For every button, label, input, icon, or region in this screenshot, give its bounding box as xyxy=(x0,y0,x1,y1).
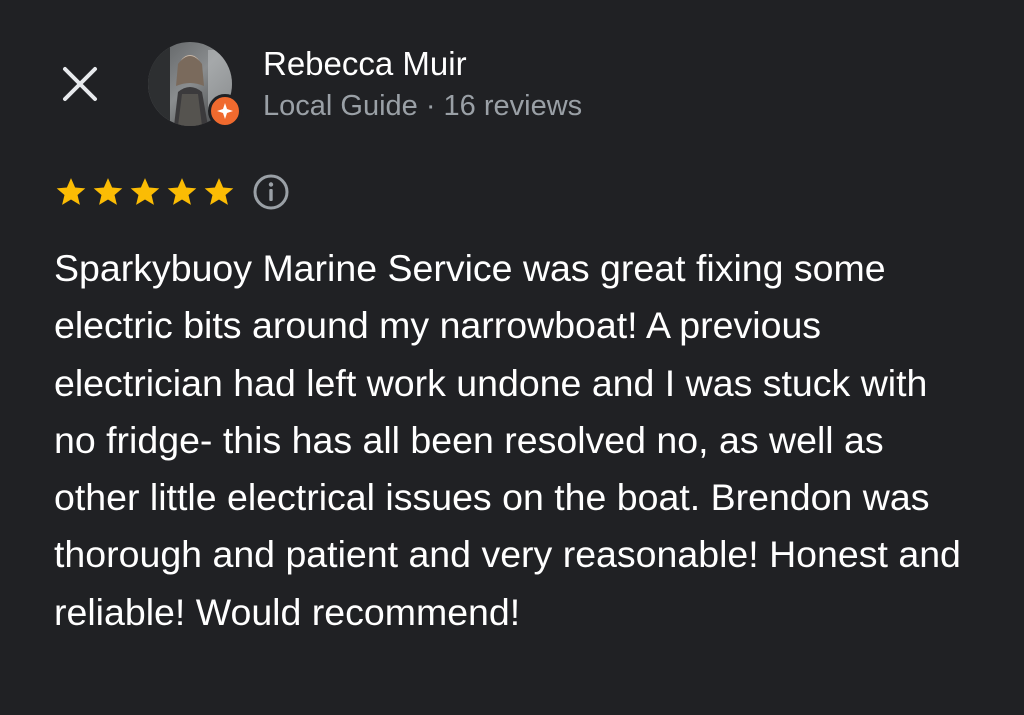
rating-row xyxy=(54,170,290,214)
star-icon xyxy=(204,178,234,205)
reviewer-name[interactable]: Rebecca Muir xyxy=(263,44,467,84)
star-icon xyxy=(167,178,197,205)
local-guide-badge xyxy=(208,94,242,128)
star-icon xyxy=(56,178,86,205)
review-text: Sparkybuoy Marine Service was great fixi… xyxy=(54,247,961,633)
star-icon xyxy=(93,178,123,205)
star-rating xyxy=(54,175,236,209)
close-icon xyxy=(63,67,97,101)
info-icon xyxy=(253,174,289,210)
close-button[interactable] xyxy=(56,60,104,108)
star-icon xyxy=(130,178,160,205)
reviewer-meta: Local Guide · 16 reviews xyxy=(263,90,583,122)
info-button[interactable] xyxy=(252,173,290,211)
local-guide-star-icon xyxy=(217,103,233,119)
